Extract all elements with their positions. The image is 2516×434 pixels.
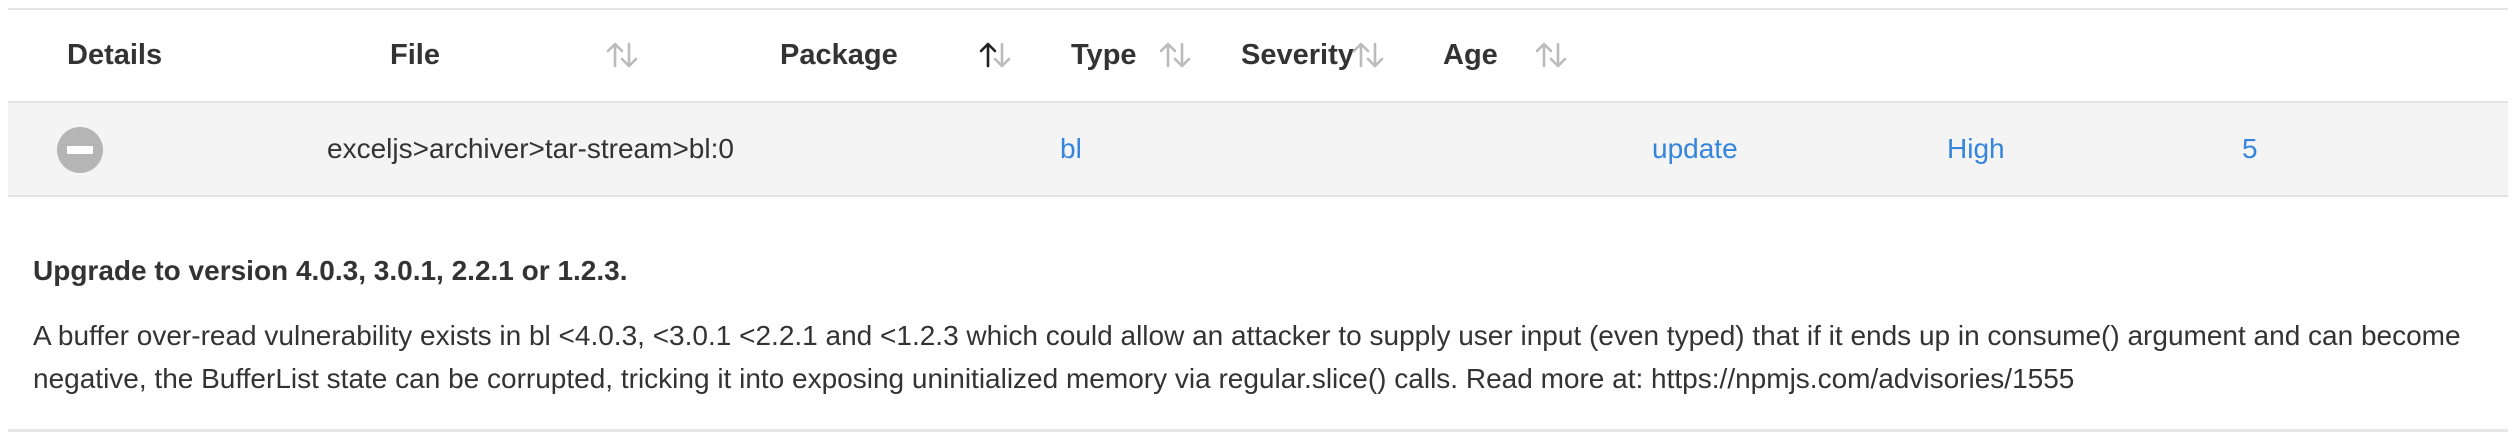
age-link[interactable]: 5 [2242, 103, 2258, 195]
sort-type-icon[interactable] [1156, 40, 1196, 70]
minus-bar [67, 146, 93, 154]
table-header: Details File Package Type Severity Age [8, 8, 2508, 103]
sort-file-icon[interactable] [603, 40, 643, 70]
sort-severity-icon[interactable] [1349, 40, 1389, 70]
package-link[interactable]: bl [1060, 103, 1082, 195]
column-header-details[interactable]: Details [67, 10, 162, 101]
column-header-file[interactable]: File [390, 10, 440, 101]
column-header-severity[interactable]: Severity [1241, 10, 1354, 101]
type-link[interactable]: update [1652, 103, 1738, 195]
vulnerability-description: A buffer over-read vulnerability exists … [33, 320, 2461, 394]
minus-circle-icon[interactable] [57, 127, 103, 173]
vulnerability-details: Upgrade to version 4.0.3, 3.0.1, 2.2.1 o… [8, 197, 2508, 432]
column-header-type[interactable]: Type [1071, 10, 1137, 101]
sort-age-icon[interactable] [1532, 40, 1572, 70]
upgrade-advice: Upgrade to version 4.0.3, 3.0.1, 2.2.1 o… [33, 255, 628, 286]
column-header-package[interactable]: Package [780, 10, 898, 101]
severity-link[interactable]: High [1947, 103, 2005, 195]
sort-package-icon[interactable] [976, 40, 1016, 70]
vulnerability-table: Details File Package Type Severity Age e… [8, 8, 2508, 432]
table-row[interactable]: exceljs>archiver>tar-stream>bl:0 bl upda… [8, 103, 2508, 197]
file-path-cell: exceljs>archiver>tar-stream>bl:0 [327, 133, 734, 164]
column-header-age[interactable]: Age [1443, 10, 1498, 101]
